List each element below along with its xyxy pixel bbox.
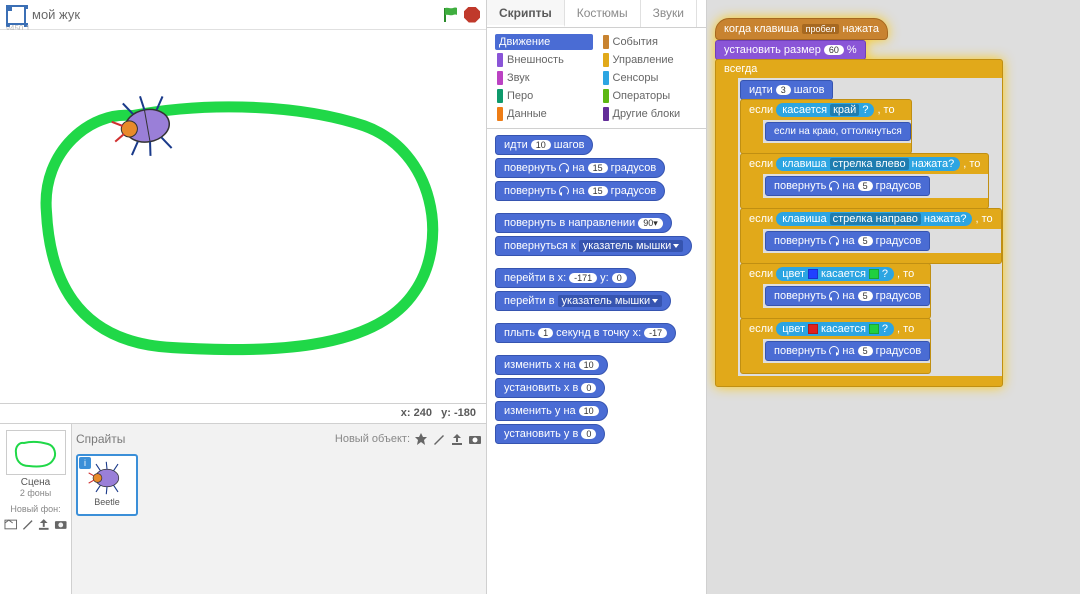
color-swatch-green[interactable] [869,324,879,334]
block-if-edge[interactable]: есликасаетсякрай?, то если на краю, отто… [740,99,912,154]
block-point-direction[interactable]: повернуть в направлении90▾ [495,213,672,233]
block-forever[interactable]: всегда идти3шагов есликасаетсякрай?, то … [715,59,1003,387]
block-set-x[interactable]: установить x в0 [495,378,605,398]
block-categories: Движение События Внешность Управление Звук Се… [487,28,706,129]
color-swatch-red[interactable] [808,324,818,334]
new-backdrop-label: Новый фон: [4,504,67,514]
rotate-cw-icon [829,346,839,356]
camera-icon[interactable] [54,517,68,531]
category-Внешность[interactable]: Внешность [495,52,593,68]
color-swatch-green[interactable] [869,269,879,279]
hat-when-key[interactable]: когда клавишапробелнажата [715,18,888,40]
green-flag-button[interactable] [442,6,460,24]
block-turn-cw-5[interactable]: повернутьна5градусов [765,231,930,251]
tab-costumes[interactable]: Костюмы [565,0,641,27]
sprite-info-icon[interactable]: i [79,457,91,469]
script-stack[interactable]: когда клавишапробелнажата установить раз… [715,18,1072,387]
editor-tabs: Скрипты Костюмы Звуки [487,0,706,28]
block-turn-cw-5b[interactable]: повернутьна5градусов [765,341,930,361]
block-move-steps[interactable]: идти10шагов [495,135,593,155]
bool-color-blue[interactable]: цветкасается? [776,267,894,281]
category-Перо[interactable]: Перо [495,88,593,104]
block-change-y[interactable]: изменить y на10 [495,401,608,421]
sprite-camera-icon[interactable] [468,432,482,446]
category-Звук[interactable]: Звук [495,70,593,86]
bool-key-left[interactable]: клавишастрелка влевонажата? [776,157,960,171]
rotate-ccw-icon [559,186,569,196]
stop-button[interactable] [464,7,480,23]
sprite-beetle[interactable]: i Beetle [76,454,138,516]
block-set-size[interactable]: установить размер60% [715,40,866,60]
block-turn-ccw-5[interactable]: повернутьна5градусов [765,176,930,196]
rotate-ccw-icon [829,291,839,301]
block-move-3[interactable]: идти3шагов [740,80,833,100]
sprite-title: мой жук [32,7,80,22]
stage-backdrop-count: 2 фоны [4,488,67,498]
sprite-library-icon[interactable] [414,432,428,446]
category-Управление[interactable]: Управление [601,52,699,68]
bool-key-right[interactable]: клавишастрелка направонажата? [776,212,972,226]
tab-sounds[interactable]: Звуки [641,0,697,27]
stage[interactable] [0,30,486,404]
block-point-towards[interactable]: повернуться куказатель мышки [495,236,692,256]
script-area[interactable]: когда клавишапробелнажата установить раз… [707,0,1080,594]
block-turn-ccw[interactable]: повернутьна15градусов [495,181,665,201]
rotate-cw-icon [829,236,839,246]
block-glide[interactable]: плыть1секунд в точку x:-17 [495,323,676,343]
category-Данные[interactable]: Данные [495,106,593,122]
stage-coords: x: 240 y: -180 [0,404,486,424]
category-Операторы[interactable]: Операторы [601,88,699,104]
block-set-y[interactable]: установить y в0 [495,424,605,444]
bool-touching-edge[interactable]: касаетсякрай? [776,103,874,117]
sprite-upload-icon[interactable] [450,432,464,446]
block-turn-cw[interactable]: повернутьна15градусов [495,158,665,178]
sprite-paint-icon[interactable] [432,432,446,446]
sprites-label: Спрайты [76,432,125,446]
block-turn-ccw-5b[interactable]: повернутьна5градусов [765,286,930,306]
library-icon[interactable] [4,517,18,531]
stage-header: v450.1 мой жук [0,0,486,30]
category-Другие блоки[interactable]: Другие блоки [601,106,699,122]
rotate-cw-icon [559,163,569,173]
block-change-x[interactable]: изменить x на10 [495,355,608,375]
category-События[interactable]: События [601,34,699,50]
new-sprite-controls: Новый объект: [335,432,482,446]
block-goto-xy[interactable]: перейти в x:-171y:0 [495,268,636,288]
block-palette: идти10шагов повернутьна15градусов поверн… [487,129,706,453]
upload-icon[interactable] [37,517,51,531]
bool-color-red[interactable]: цветкасается? [776,322,894,336]
block-if-color-red[interactable]: еслицветкасается?, то повернутьна5градус… [740,318,931,374]
category-Сенсоры[interactable]: Сенсоры [601,70,699,86]
stage-thumbnail[interactable] [6,430,66,475]
block-bounce[interactable]: если на краю, оттолкнуться [765,122,911,141]
color-swatch-blue[interactable] [808,269,818,279]
stage-label: Сцена [4,477,67,488]
block-if-color-blue[interactable]: еслицветкасается?, то повернутьна5градус… [740,263,931,319]
tab-scripts[interactable]: Скрипты [487,0,565,27]
paint-icon[interactable] [21,517,35,531]
block-if-left[interactable]: есликлавишастрелка влевонажата?, то пове… [740,153,989,209]
category-Движение[interactable]: Движение [495,34,593,50]
rotate-ccw-icon [829,181,839,191]
block-goto[interactable]: перейти вуказатель мышки [495,291,671,311]
fullscreen-icon[interactable] [6,5,26,25]
block-if-right[interactable]: есликлавишастрелка направонажата?, то по… [740,208,1002,264]
